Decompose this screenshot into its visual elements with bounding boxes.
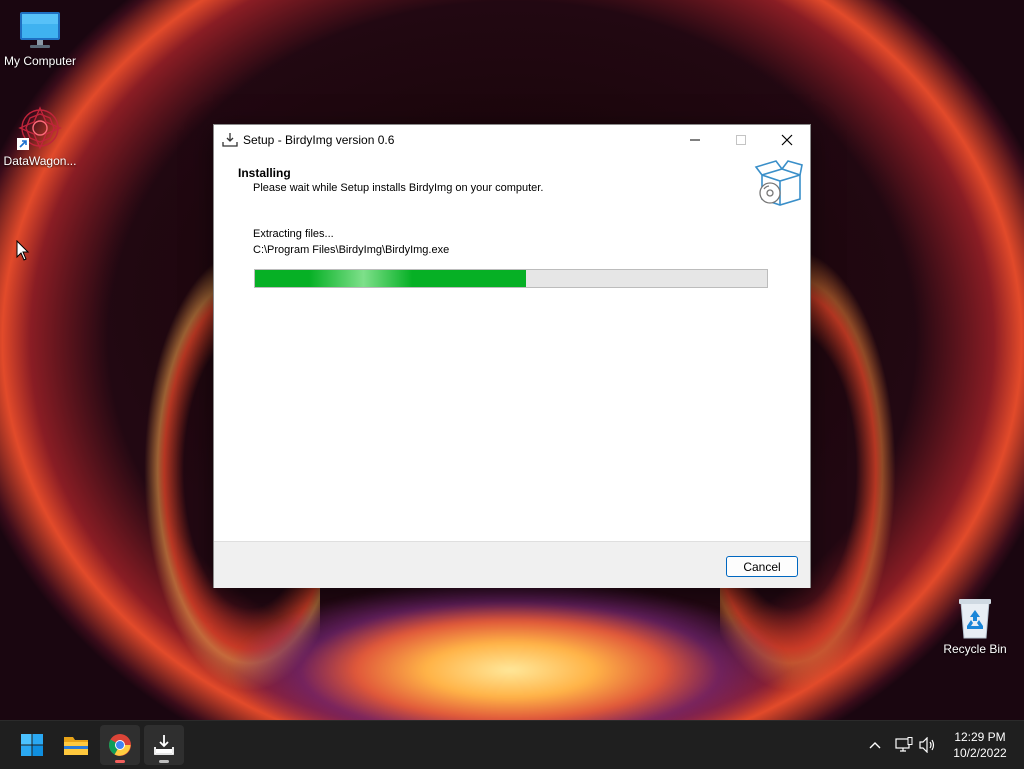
chevron-up-icon — [869, 742, 881, 749]
current-file-path: C:\Program Files\BirdyImg\BirdyImg.exe — [253, 244, 450, 256]
maximize-icon — [736, 135, 746, 145]
desktop-icon-datawagon[interactable]: DataWagon... — [0, 104, 80, 168]
minimize-icon — [690, 139, 700, 141]
install-box-icon — [754, 160, 803, 206]
setup-installer-icon — [154, 735, 174, 755]
progress-fill — [255, 270, 527, 287]
desktop-icon-recycle-bin[interactable]: Recycle Bin — [935, 596, 1015, 656]
minimize-button[interactable] — [672, 125, 718, 155]
taskbar-setup[interactable] — [144, 725, 184, 765]
page-title: Installing — [238, 166, 291, 180]
taskbar: 12:29 PM 10/2/2022 — [0, 720, 1024, 769]
tray-overflow-button[interactable] — [864, 721, 886, 769]
desktop-icon-label: DataWagon... — [3, 154, 77, 168]
maximize-button — [718, 125, 764, 155]
volume-icon — [919, 737, 935, 753]
cancel-button[interactable]: Cancel — [726, 556, 798, 577]
taskbar-clock[interactable]: 12:29 PM 10/2/2022 — [944, 729, 1016, 761]
desktop-icon-label: My Computer — [3, 54, 77, 68]
file-explorer-icon — [64, 737, 88, 755]
setup-indicator — [159, 760, 169, 763]
monitor-icon — [20, 12, 60, 48]
windows-start-icon — [21, 734, 43, 756]
dialog-footer: Cancel — [214, 541, 810, 588]
datawagon-app-icon — [17, 106, 62, 150]
desktop-icon-label: Recycle Bin — [943, 642, 1007, 656]
title-bar[interactable]: Setup - BirdyImg version 0.6 — [214, 125, 810, 155]
close-button[interactable] — [764, 125, 810, 155]
close-icon — [781, 134, 793, 146]
recycle-bin-icon — [959, 599, 991, 639]
taskbar-chrome[interactable] — [100, 725, 140, 765]
taskbar-file-explorer[interactable] — [56, 725, 96, 765]
chrome-icon — [109, 734, 131, 756]
window-title: Setup - BirdyImg version 0.6 — [243, 133, 395, 147]
setup-dialog: Setup - BirdyImg version 0.6 Installing … — [213, 124, 811, 588]
page-subtitle: Please wait while Setup installs BirdyIm… — [253, 182, 544, 194]
tray-volume[interactable] — [916, 721, 940, 769]
clock-time: 12:29 PM — [954, 730, 1006, 744]
mouse-cursor-icon — [16, 240, 30, 261]
start-button[interactable] — [12, 725, 52, 765]
chrome-indicator — [115, 760, 125, 763]
setup-installer-icon — [222, 133, 238, 147]
tray-network[interactable] — [892, 721, 916, 769]
status-text: Extracting files... — [253, 228, 334, 240]
clock-date: 10/2/2022 — [953, 746, 1007, 760]
install-progress-bar — [254, 269, 768, 288]
network-icon — [895, 737, 913, 752]
desktop-icon-my-computer[interactable]: My Computer — [0, 8, 80, 68]
